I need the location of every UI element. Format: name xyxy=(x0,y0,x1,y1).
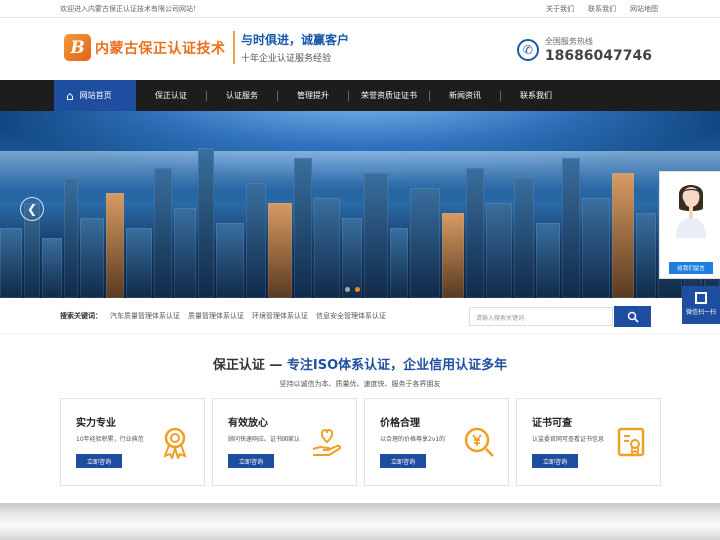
skyline-building xyxy=(364,173,388,298)
top-links: 关于我们 联系我们 网站地图 xyxy=(546,4,658,14)
top-bar: 欢迎进入内蒙古保正认证技术有限公司网站！ 关于我们 联系我们 网站地图 xyxy=(0,0,720,18)
top-link-sitemap[interactable]: 网站地图 xyxy=(630,4,658,14)
skyline-building xyxy=(246,183,266,298)
banner-dot[interactable] xyxy=(345,287,350,292)
home-icon: ⌂ xyxy=(66,88,74,103)
skyline-building xyxy=(410,188,440,298)
skyline-building xyxy=(268,203,292,298)
skyline-building xyxy=(174,208,196,298)
logo[interactable]: B 内蒙古保正认证技术 xyxy=(64,34,226,61)
nav-item-contact[interactable]: 联系我们 xyxy=(501,80,571,111)
banner-dot-active[interactable] xyxy=(355,287,360,292)
keyword-link[interactable]: 汽车质量管理体系认证 xyxy=(110,311,180,321)
wechat-float[interactable]: 微信扫一扫 xyxy=(682,286,720,324)
skyline-building xyxy=(216,223,244,298)
skyline-building xyxy=(612,173,634,298)
consult-button[interactable]: 立即咨询 xyxy=(380,454,426,468)
consult-button[interactable]: 立即咨询 xyxy=(76,454,122,468)
skyline-building xyxy=(106,193,124,298)
skyline-building xyxy=(466,168,484,298)
nav-item-honors[interactable]: 荣誉资质证证书 xyxy=(349,80,429,111)
skyline-building xyxy=(442,213,464,298)
section-title-b: 专注ISO体系认证，企业信用认证多年 xyxy=(286,358,508,373)
skyline-building xyxy=(342,218,362,298)
top-link-about[interactable]: 关于我们 xyxy=(546,4,574,14)
slogan: 与时俱进，诚赢客户 十年企业认证服务经验 xyxy=(233,31,349,64)
skyline-building xyxy=(636,213,656,298)
keyword-link[interactable]: 环境管理体系认证 xyxy=(252,311,308,321)
nav-item-label: 网站首页 xyxy=(79,91,112,100)
section-title: 保正认证 — 专注ISO体系认证，企业信用认证多年 xyxy=(0,354,720,373)
slogan-main: 与时俱进，诚赢客户 xyxy=(241,33,350,47)
skyline-building xyxy=(314,198,340,298)
nav-item-management[interactable]: 管理提升 xyxy=(278,80,348,111)
feature-card: 实力专业 10年经验积累，行业典范 立即咨询 xyxy=(60,398,205,486)
hotline-number: 18686047746 xyxy=(544,48,652,64)
main-nav: ⌂ 网站首页 保正认证 认证服务 管理提升 荣誉资质证证书 新闻资讯 联系我们 xyxy=(0,80,720,111)
skyline-building xyxy=(80,218,104,298)
banner-dots xyxy=(345,287,360,292)
keywords-label: 搜索关键词： xyxy=(60,311,102,320)
hero-banner[interactable]: ❮ xyxy=(0,111,720,298)
phone-icon: ✆ xyxy=(516,39,539,61)
consult-button[interactable]: 立即咨询 xyxy=(228,454,274,468)
nav-item-home[interactable]: ⌂ 网站首页 xyxy=(54,80,136,111)
nav-item-baozheng[interactable]: 保正认证 xyxy=(136,80,206,111)
skyline-building xyxy=(0,228,22,298)
search-icon xyxy=(627,311,639,323)
search-input[interactable]: 请输入搜索关键词 xyxy=(469,307,613,326)
feature-cards: 实力专业 10年经验积累，行业典范 立即咨询 有效放心 顾问快速响应。证书国家认… xyxy=(60,398,661,486)
skyline-building xyxy=(154,168,172,298)
feature-card: 价格合理 以合理的价格尊享2v1的 立即咨询 xyxy=(364,398,509,486)
skyline-building xyxy=(536,223,560,298)
keyword-link[interactable]: 信息安全管理体系认证 xyxy=(316,311,386,321)
welcome-text: 欢迎进入内蒙古保正认证技术有限公司网站！ xyxy=(60,4,200,13)
slogan-sub: 十年企业认证服务经验 xyxy=(241,54,332,64)
skyline-building xyxy=(126,228,152,298)
heart-hand-icon xyxy=(312,428,342,456)
medal-icon xyxy=(163,427,187,459)
hotline-label: 全国服务热线 xyxy=(544,37,593,46)
skyline-building xyxy=(390,228,408,298)
site-header: B 内蒙古保正认证技术 与时俱进，诚赢客户 十年企业认证服务经验 ✆ 全国服务热… xyxy=(0,18,720,80)
agent-avatar-icon xyxy=(676,185,706,238)
nav-item-news[interactable]: 新闻资讯 xyxy=(430,80,500,111)
wechat-label: 微信扫一扫 xyxy=(685,309,716,316)
leave-message-button[interactable]: 给我们留言 xyxy=(669,262,713,274)
feature-card: 证书可查 认监委官网可查看证书信息 立即咨询 xyxy=(516,398,661,486)
skyline-building xyxy=(198,148,214,298)
banner-prev-arrow-icon[interactable]: ❮ xyxy=(20,197,44,221)
nav-item-services[interactable]: 认证服务 xyxy=(207,80,277,111)
feature-card: 有效放心 顾问快速响应。证书国家认 立即咨询 xyxy=(212,398,357,486)
skyline-building xyxy=(294,158,312,298)
search-row: 搜索关键词： 汽车质量管理体系认证 质量管理体系认证 环境管理体系认证 信息安全… xyxy=(0,298,720,334)
skyline-building xyxy=(486,203,512,298)
customer-service-float: 给我们留言 xyxy=(659,171,720,279)
hotline: ✆ 全国服务热线 18686047746 xyxy=(516,36,652,64)
section-subtitle: 坚持以诚信为本、质量优、速度快、服务于各界朋友 xyxy=(279,380,441,388)
skyline-building xyxy=(42,238,62,298)
skyline-building xyxy=(514,178,534,298)
keyword-link[interactable]: 质量管理体系认证 xyxy=(188,311,244,321)
consult-button[interactable]: 立即咨询 xyxy=(532,454,578,468)
skyline-building xyxy=(64,178,78,298)
skyline-building xyxy=(582,198,610,298)
footer-banner-strip xyxy=(0,503,720,540)
search-button[interactable] xyxy=(614,306,651,327)
logo-text: 内蒙古保正认证技术 xyxy=(95,40,226,57)
qr-code-icon xyxy=(695,292,707,304)
certificate-icon xyxy=(617,427,645,457)
section-title-a: 保正认证 — xyxy=(212,358,287,373)
skyline-building xyxy=(562,158,580,298)
top-link-contact[interactable]: 联系我们 xyxy=(588,4,616,14)
yen-coin-icon xyxy=(464,427,494,457)
logo-mark-icon: B xyxy=(64,34,91,61)
